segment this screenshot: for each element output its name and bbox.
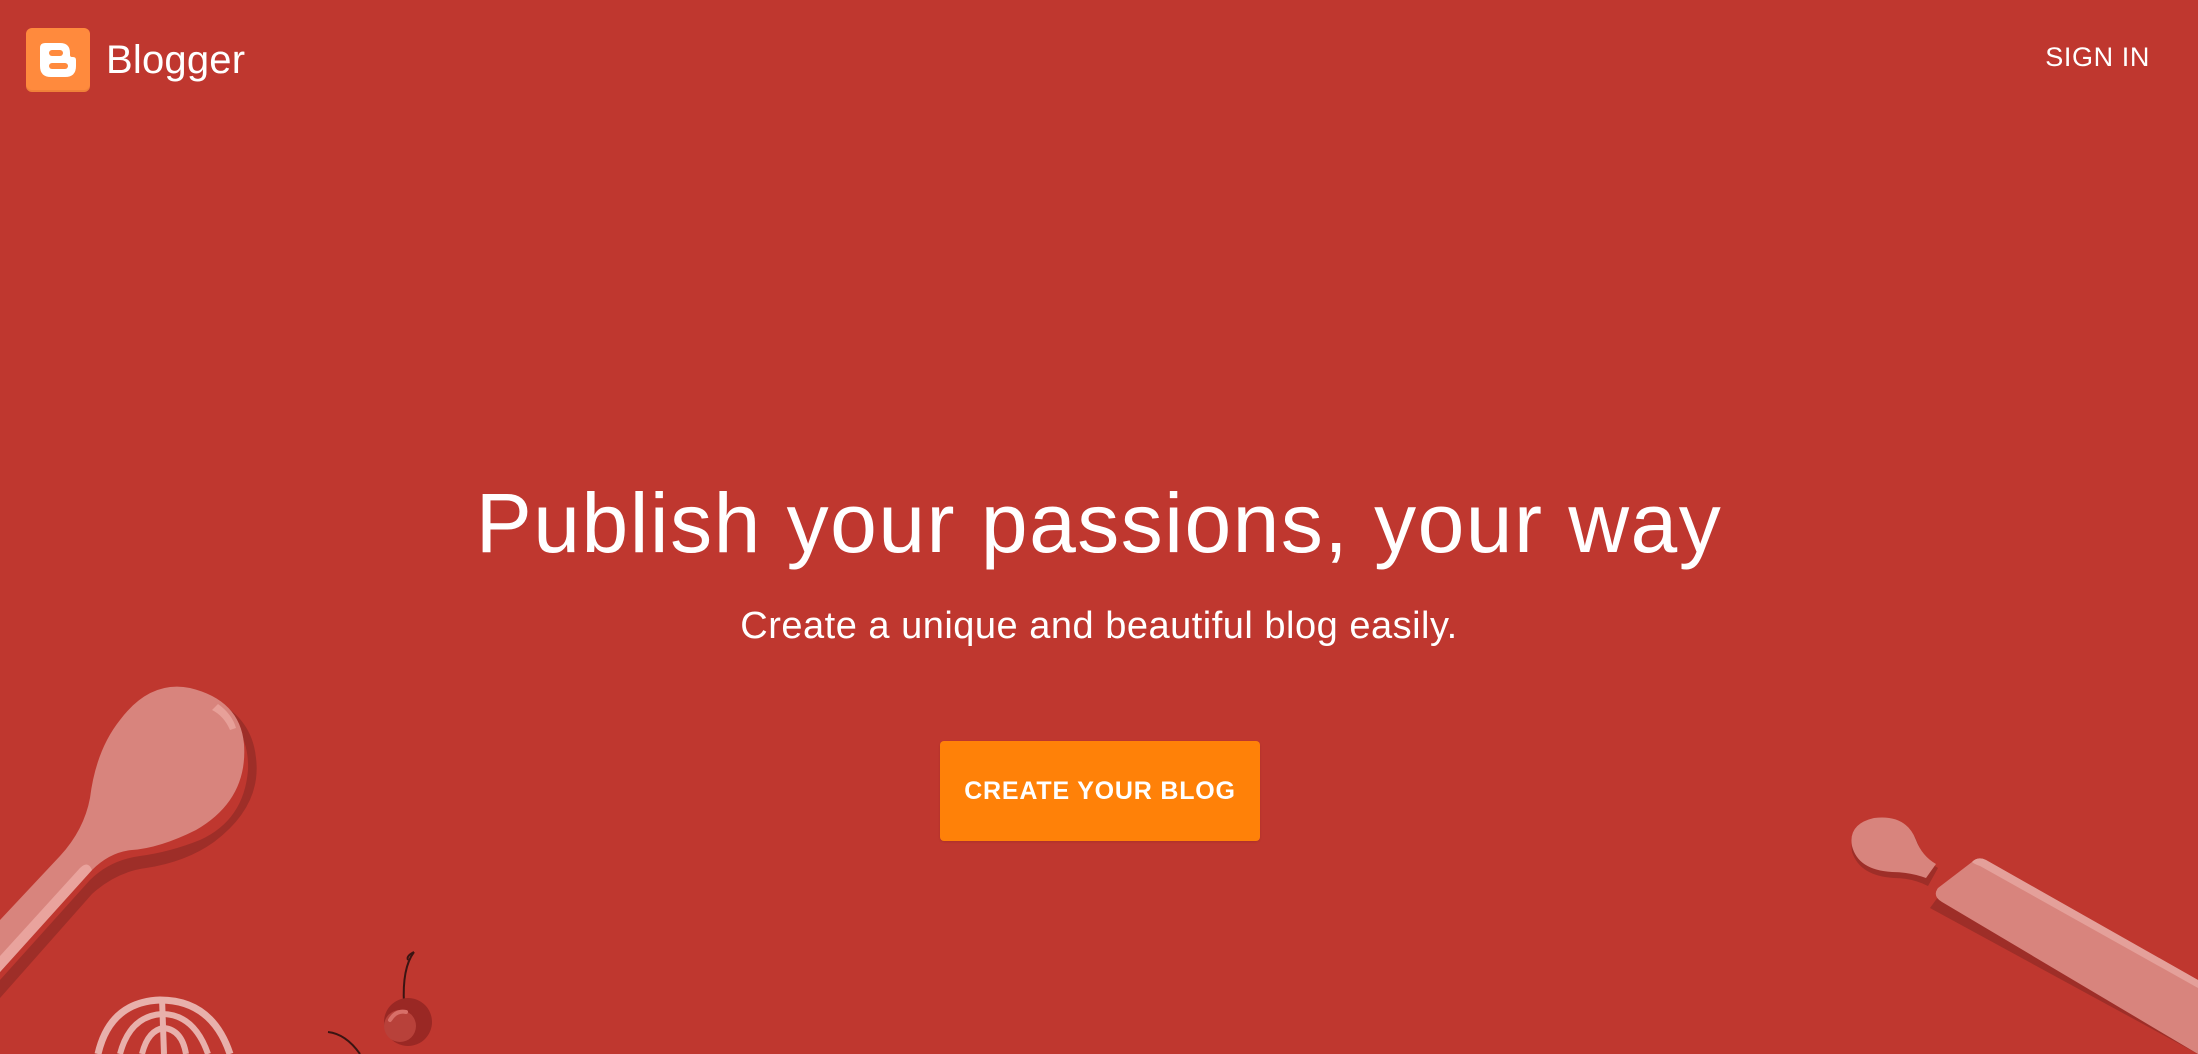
whisk-illustration [94,996,234,1054]
sign-in-link[interactable]: SIGN IN [2045,42,2150,73]
hero-section: Publish your passions, your way Create a… [0,470,2198,650]
hero-subtitle: Create a unique and beautiful blog easil… [740,605,1458,647]
top-header: Blogger SIGN IN [0,0,2198,120]
hero-title: Publish your passions, your way [475,476,1723,570]
cherry-illustration [327,951,432,1054]
create-your-blog-button[interactable]: CREATE YOUR BLOG [940,741,1260,841]
brand-name: Blogger [106,38,246,82]
blogger-logo-icon [26,28,90,92]
wooden-spoon-illustration [0,686,257,998]
rolling-pin-illustration [1851,817,2198,1054]
blogger-home-link[interactable]: Blogger [26,28,245,92]
